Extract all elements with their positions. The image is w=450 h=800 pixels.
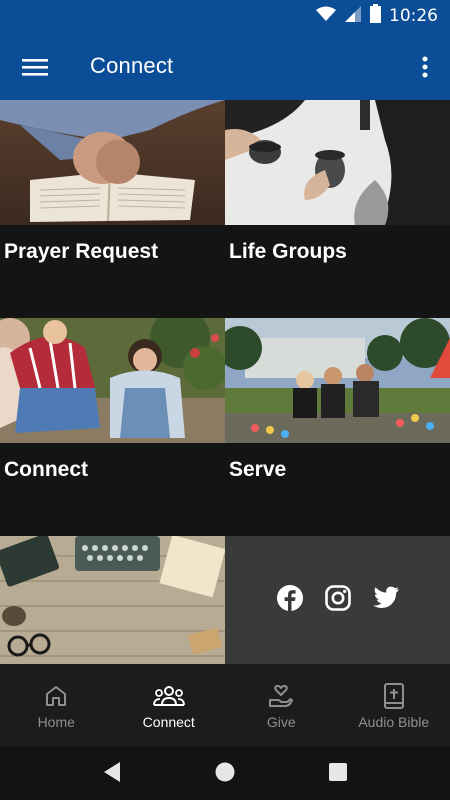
connect-photo: [0, 318, 225, 443]
nav-item-give[interactable]: Give: [225, 664, 338, 746]
give-icon: [268, 682, 294, 710]
serve-photo: [225, 318, 450, 443]
home-circle-icon: [215, 762, 235, 782]
system-nav-bar: [0, 746, 450, 800]
home-icon: [44, 682, 68, 710]
desk-photo: [0, 536, 225, 664]
tile-serve[interactable]: Serve: [225, 318, 450, 536]
status-bar: 10:26: [0, 0, 450, 33]
facebook-icon[interactable]: [276, 584, 304, 612]
tile-connect[interactable]: Connect: [0, 318, 225, 536]
hamburger-icon: [22, 59, 48, 76]
nav-label-give: Give: [266, 714, 296, 730]
recents-square-icon: [329, 763, 347, 781]
prayer-photo: [0, 100, 225, 225]
overflow-menu-button[interactable]: [410, 47, 440, 87]
recents-button[interactable]: [325, 759, 351, 785]
twitter-icon[interactable]: [372, 584, 400, 612]
bottom-nav: Home Connect Give Audio Bible: [0, 664, 450, 746]
instagram-icon[interactable]: [324, 584, 352, 612]
wifi-icon: [316, 6, 336, 27]
more-vert-icon: [422, 56, 428, 78]
nav-item-home[interactable]: Home: [0, 664, 113, 746]
connect-grid: Prayer Request Life Groups Connect Serve: [0, 100, 450, 664]
app-bar: Connect: [0, 33, 450, 100]
nav-item-connect[interactable]: Connect: [113, 664, 226, 746]
tile-label-serve: Serve: [229, 458, 287, 481]
tile-prayer-request[interactable]: Prayer Request: [0, 100, 225, 318]
nav-label-connect: Connect: [142, 714, 195, 730]
tile-label-connect: Connect: [4, 458, 88, 481]
battery-icon: [370, 4, 381, 28]
people-icon: [152, 682, 185, 710]
tile-social: [225, 536, 450, 664]
social-links: [225, 584, 450, 612]
status-icons: 10:26: [316, 4, 438, 28]
nav-label-home: Home: [37, 714, 75, 730]
nav-item-audio-bible[interactable]: Audio Bible: [338, 664, 450, 746]
menu-button[interactable]: [15, 47, 55, 87]
life-groups-photo: [225, 100, 450, 225]
nav-label-audio-bible: Audio Bible: [358, 714, 430, 730]
tile-label-prayer-request: Prayer Request: [4, 240, 159, 263]
back-button[interactable]: [99, 759, 125, 785]
tile-desk-image[interactable]: [0, 536, 225, 664]
page-title: Connect: [90, 53, 174, 78]
tile-life-groups[interactable]: Life Groups: [225, 100, 450, 318]
back-triangle-icon: [104, 762, 120, 782]
signal-icon: [344, 5, 362, 28]
app-root: 10:26 Connect Prayer Request Life Groups…: [0, 0, 450, 800]
home-system-button[interactable]: [212, 759, 238, 785]
bible-icon: [383, 682, 405, 710]
tile-label-life-groups: Life Groups: [229, 240, 347, 263]
status-time: 10:26: [389, 6, 438, 26]
